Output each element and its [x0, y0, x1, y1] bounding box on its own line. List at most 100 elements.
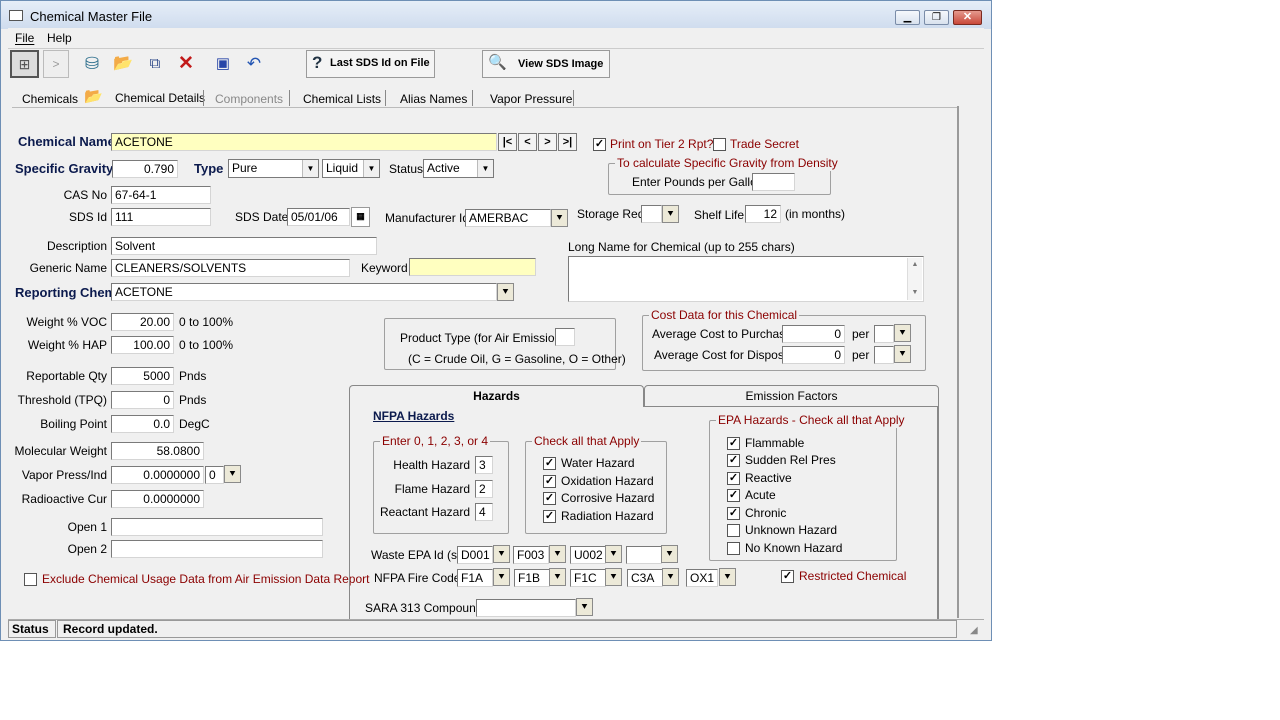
- tab-emission-factors[interactable]: Emission Factors: [644, 385, 939, 407]
- generic-name-input[interactable]: CLEANERS/SOLVENTS: [111, 259, 350, 277]
- waste-epa-input-1[interactable]: D001: [457, 546, 493, 564]
- save-icon[interactable]: ▣: [212, 52, 234, 76]
- voc-input[interactable]: 20.00: [111, 313, 174, 331]
- fire-code-dropdown-icon-3[interactable]: ⯆: [605, 568, 622, 586]
- long-name-textarea[interactable]: [568, 256, 924, 302]
- next-record-button[interactable]: >: [538, 133, 557, 151]
- disposal-input[interactable]: 0: [782, 346, 845, 364]
- fire-code-input-1[interactable]: F1A: [457, 569, 493, 587]
- fire-code-input-3[interactable]: F1C: [570, 569, 606, 587]
- boiling-point-input[interactable]: 0.0: [111, 415, 174, 433]
- trade-secret-checkbox[interactable]: [713, 138, 726, 151]
- copy-icon[interactable]: ⧉: [144, 52, 166, 76]
- description-input[interactable]: Solvent: [111, 237, 377, 255]
- exclude-checkbox[interactable]: [24, 573, 37, 586]
- undo-icon[interactable]: ↶: [243, 52, 265, 76]
- vapor-ind-dropdown-icon[interactable]: ⯆: [224, 465, 241, 483]
- fire-code-dropdown-icon-4[interactable]: ⯆: [662, 568, 679, 586]
- manufacturer-input[interactable]: AMERBAC: [465, 209, 551, 227]
- calendar-icon[interactable]: ▦: [351, 207, 370, 227]
- fire-code-dropdown-icon-1[interactable]: ⯆: [493, 568, 510, 586]
- product-type-input[interactable]: [555, 328, 575, 346]
- prev-record-button[interactable]: <: [518, 133, 537, 151]
- waste-epa-dropdown-icon-1[interactable]: ⯆: [493, 545, 510, 563]
- oxidation-hazard-checkbox[interactable]: ✓: [543, 475, 556, 488]
- last-record-button[interactable]: >|: [558, 133, 577, 151]
- sudden-rel-pres-checkbox[interactable]: ✓: [727, 454, 740, 467]
- chemical-name-input[interactable]: ACETONE: [111, 133, 497, 151]
- disposal-unit-input[interactable]: [874, 346, 894, 364]
- cas-input[interactable]: 67-64-1: [111, 186, 211, 204]
- waste-epa-input-2[interactable]: F003: [513, 546, 549, 564]
- maximize-button[interactable]: ❐: [924, 10, 949, 25]
- storage-dropdown-icon[interactable]: ⯆: [662, 205, 679, 223]
- menu-file[interactable]: File: [15, 30, 34, 46]
- open2-input[interactable]: [111, 540, 323, 558]
- waste-epa-input-3[interactable]: U002: [570, 546, 606, 564]
- purchase-unit-input[interactable]: [874, 325, 894, 343]
- manufacturer-dropdown-icon[interactable]: ⯆: [551, 209, 568, 227]
- reactive-checkbox[interactable]: ✓: [727, 472, 740, 485]
- fire-code-input-5[interactable]: OX1: [686, 569, 718, 587]
- fire-code-dropdown-icon-2[interactable]: ⯆: [549, 568, 566, 586]
- vapor-ind-input[interactable]: 0: [205, 466, 224, 484]
- grid-view-button[interactable]: ⊞: [10, 50, 39, 78]
- flame-hazard-input[interactable]: 2: [475, 480, 493, 498]
- flammable-checkbox[interactable]: ✓: [727, 437, 740, 450]
- resize-grip-icon[interactable]: ◢: [970, 624, 984, 638]
- menu-help[interactable]: Help: [47, 30, 72, 46]
- restricted-checkbox[interactable]: ✓: [781, 570, 794, 583]
- tab-alias-names[interactable]: Alias Names: [400, 91, 467, 107]
- molecular-weight-input[interactable]: 58.0800: [111, 442, 204, 460]
- reporting-chem-dropdown-icon[interactable]: ⯆: [497, 283, 514, 301]
- first-record-button[interactable]: |<: [498, 133, 517, 151]
- fire-code-input-4[interactable]: C3A: [627, 569, 663, 587]
- disposal-unit-dropdown-icon[interactable]: ⯆: [894, 345, 911, 363]
- open-folder-icon[interactable]: 📂: [112, 52, 134, 76]
- specific-gravity-input[interactable]: 0.790: [112, 160, 178, 178]
- waste-epa-input-4[interactable]: [626, 546, 662, 564]
- tab-components[interactable]: Components: [215, 91, 283, 107]
- delete-icon[interactable]: ✕: [175, 52, 197, 76]
- hap-input[interactable]: 100.00: [111, 336, 174, 354]
- phase-select[interactable]: Liquid ▼: [322, 159, 380, 178]
- sds-input[interactable]: 111: [111, 208, 211, 226]
- no-known-hazard-checkbox[interactable]: [727, 542, 740, 555]
- radiation-hazard-checkbox[interactable]: ✓: [543, 510, 556, 523]
- reactant-hazard-input[interactable]: 4: [475, 503, 493, 521]
- waste-epa-dropdown-icon-3[interactable]: ⯆: [605, 545, 622, 563]
- sara-dropdown-icon[interactable]: ⯆: [576, 598, 593, 616]
- ppg-input[interactable]: [752, 173, 795, 191]
- fire-code-input-2[interactable]: F1B: [514, 569, 550, 587]
- status-select[interactable]: Active ▼: [423, 159, 494, 178]
- acute-checkbox[interactable]: ✓: [727, 489, 740, 502]
- radioactive-input[interactable]: 0.0000000: [111, 490, 204, 508]
- close-button[interactable]: ✕: [953, 10, 982, 25]
- tab-vapor-pressure[interactable]: Vapor Pressure: [490, 91, 572, 107]
- sds-date-input[interactable]: 05/01/06: [287, 208, 350, 226]
- reportable-qty-input[interactable]: 5000: [111, 367, 174, 385]
- reporting-chem-input[interactable]: ACETONE: [111, 283, 497, 301]
- health-hazard-input[interactable]: 3: [475, 456, 493, 474]
- tpq-input[interactable]: 0: [111, 391, 174, 409]
- database-icon[interactable]: ⛁: [81, 52, 103, 76]
- unknown-hazard-checkbox[interactable]: [727, 524, 740, 537]
- purchase-input[interactable]: 0: [782, 325, 845, 343]
- fire-code-dropdown-icon-5[interactable]: ⯆: [719, 568, 736, 586]
- minimize-button[interactable]: ▁: [895, 10, 920, 25]
- vapor-press-input[interactable]: 0.0000000: [111, 466, 204, 484]
- chronic-checkbox[interactable]: ✓: [727, 507, 740, 520]
- sara-input[interactable]: [476, 599, 576, 617]
- waste-epa-dropdown-icon-2[interactable]: ⯆: [549, 545, 566, 563]
- corrosive-hazard-checkbox[interactable]: ✓: [543, 492, 556, 505]
- tab-chemical-details[interactable]: Chemical Details: [115, 90, 205, 106]
- type-select[interactable]: Pure ▼: [228, 159, 319, 178]
- tab-chemicals[interactable]: Chemicals: [22, 91, 78, 107]
- storage-req-input[interactable]: [641, 205, 662, 223]
- purchase-unit-dropdown-icon[interactable]: ⯆: [894, 324, 911, 342]
- water-hazard-checkbox[interactable]: ✓: [543, 457, 556, 470]
- long-name-scrollbar[interactable]: ▲ ▼: [907, 258, 922, 300]
- keyword-input[interactable]: [409, 258, 536, 276]
- form-view-button[interactable]: >: [43, 50, 69, 78]
- tab-chemical-lists[interactable]: Chemical Lists: [303, 91, 381, 107]
